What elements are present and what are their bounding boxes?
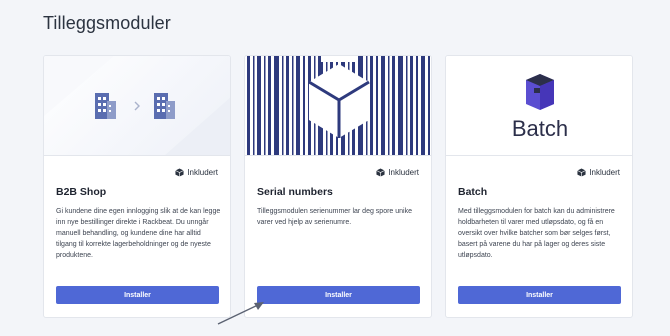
- building-icon: [95, 93, 116, 119]
- install-button-batch[interactable]: Installer: [458, 286, 621, 304]
- box-icon: [175, 168, 185, 177]
- module-image-batch: Batch: [446, 56, 632, 156]
- module-image-b2b: [44, 56, 230, 156]
- module-title: Serial numbers: [257, 186, 333, 198]
- included-badge-label: Inkludert: [187, 168, 218, 177]
- barcode-icon: [247, 56, 430, 155]
- included-badge: Inkludert: [577, 168, 620, 177]
- module-description: Gi kundene dine egen innlogging slik at …: [56, 208, 221, 259]
- included-badge-label: Inkludert: [589, 168, 620, 177]
- module-card-serial-numbers: Inkludert Serial numbers Tilleggsmodulen…: [244, 55, 432, 318]
- module-image-serial: [245, 56, 431, 156]
- batch-logo-text: Batch: [512, 116, 568, 141]
- chevron-right-icon: [134, 101, 140, 111]
- module-description: Med tilleggsmodulen for batch kan du adm…: [458, 208, 615, 259]
- batch-logo-cube-icon: [526, 74, 554, 110]
- module-title: B2B Shop: [56, 186, 107, 198]
- box-icon: [577, 168, 587, 177]
- included-badge-label: Inkludert: [388, 168, 419, 177]
- page-title: Tilleggsmoduler: [43, 13, 171, 33]
- included-badge: Inkludert: [376, 168, 419, 177]
- module-card-b2b-shop: Inkludert B2B Shop Gi kundene dine egen …: [43, 55, 231, 318]
- building-icon: [154, 93, 175, 119]
- install-button-b2b-shop[interactable]: Installer: [56, 286, 219, 304]
- module-title: Batch: [458, 186, 488, 198]
- module-description: Tilleggsmodulen serienummer lar deg spor…: [257, 208, 412, 226]
- module-card-batch: Batch Inkludert Batch Med tilleggsmodule…: [445, 55, 633, 318]
- install-button-serial-numbers[interactable]: Installer: [257, 286, 420, 304]
- annotation-arrow-icon: [217, 302, 264, 325]
- included-badge: Inkludert: [175, 168, 218, 177]
- box-icon: [376, 168, 386, 177]
